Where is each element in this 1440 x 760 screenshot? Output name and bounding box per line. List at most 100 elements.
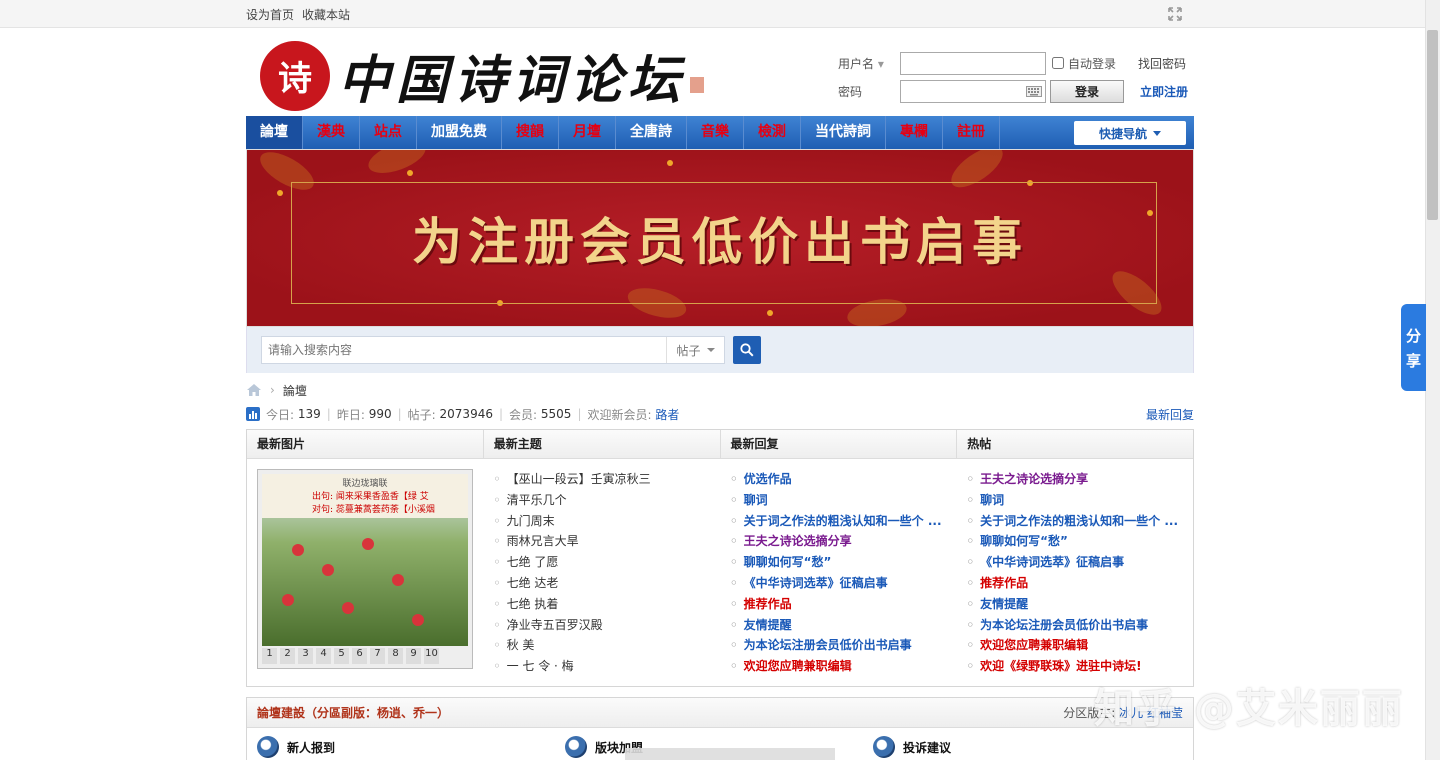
list-item[interactable]: 《中华诗词选萃》征稿启事 [967, 552, 1184, 573]
slide-page-number[interactable]: 6 [352, 648, 367, 664]
list-item[interactable]: 欢迎您应聘兼职编辑 [967, 635, 1184, 656]
find-password-link[interactable]: 找回密码 [1138, 55, 1186, 72]
list-item[interactable]: 净业寺五百罗汉殿 [494, 615, 711, 636]
keyboard-icon[interactable] [1026, 85, 1042, 97]
nav-item[interactable]: 月壇 [559, 116, 616, 149]
image-slideshow[interactable]: 联边珑璃联 出句: 闻来采果香盈香【绿 艾 对句: 蕊蔓兼蒿荟药荼【小溪烟 12… [257, 469, 473, 669]
slide-page-number[interactable]: 1 [262, 648, 277, 664]
slide-page-number[interactable]: 2 [280, 648, 295, 664]
list-item[interactable]: 推荐作品 [967, 573, 1184, 594]
slide-page-number[interactable]: 9 [406, 648, 421, 664]
list-item[interactable]: 聊词 [967, 490, 1184, 511]
list-item[interactable]: 聊词 [730, 490, 947, 511]
username-label[interactable]: 用户名 ▾ [838, 55, 900, 72]
slide-poem-title: 联边珑璃联 [342, 479, 388, 489]
search-bar: 帖子 [246, 327, 1194, 373]
login-button[interactable]: 登录 [1050, 79, 1124, 103]
nav-item[interactable]: 全唐詩 [616, 116, 687, 149]
list-item[interactable]: 友情提醒 [730, 615, 947, 636]
slide-page-number[interactable]: 3 [298, 648, 313, 664]
list-item[interactable]: 关于词之作法的粗浅认知和一些个 ... [730, 511, 947, 532]
share-button[interactable]: 分 享 [1401, 304, 1426, 391]
list-item[interactable]: 清平乐几个 [494, 490, 711, 511]
nav-item[interactable]: 論壇 [246, 116, 303, 149]
nav-item[interactable]: 加盟免费 [417, 116, 502, 149]
bookmark-link[interactable]: 收藏本站 [302, 6, 350, 23]
forum-icon [873, 736, 895, 758]
quick-nav-button[interactable]: 快捷导航 [1074, 121, 1186, 145]
list-item[interactable]: 王夫之诗论选摘分享 [967, 469, 1184, 490]
list-item[interactable]: 九门周末 [494, 511, 711, 532]
list-item[interactable]: 七绝 执着 [494, 594, 711, 615]
search-button[interactable] [733, 336, 761, 364]
home-icon[interactable] [246, 383, 262, 397]
members-label: 会员: [509, 407, 538, 422]
share-label-2: 享 [1405, 351, 1421, 370]
list-item[interactable]: 一 七 令 · 梅 [494, 656, 711, 677]
breadcrumb-current[interactable]: 論壇 [283, 382, 307, 399]
chevron-down-icon [1153, 130, 1161, 136]
list-item[interactable]: 《中华诗词选萃》征稿启事 [730, 573, 947, 594]
list-item[interactable]: 【巫山一段云】壬寅凉秋三 [494, 469, 711, 490]
register-link[interactable]: 立即注册 [1140, 83, 1188, 100]
username-input[interactable] [900, 51, 1046, 75]
scrollbar-thumb[interactable] [1427, 30, 1438, 220]
auto-login-option[interactable]: 自动登录 [1052, 55, 1116, 72]
list-item[interactable]: 推荐作品 [730, 594, 947, 615]
list-item[interactable]: 雨林兄言大旱 [494, 531, 711, 552]
watermark: 知乎 @艾米丽丽 [1094, 686, 1404, 732]
slide-page-number[interactable]: 4 [316, 648, 331, 664]
slide-poem-line2: 对句: 蕊蔓兼蒿荟药荼【小溪烟 [312, 505, 435, 515]
list-item[interactable]: 为本论坛注册会员低价出书启事 [730, 635, 947, 656]
nav-item[interactable]: 漢典 [303, 116, 360, 149]
nav-item[interactable]: 搜韻 [502, 116, 559, 149]
latest-topics-column: 【巫山一段云】壬寅凉秋三清平乐几个九门周末雨林兄言大旱七绝 了愿七绝 达老七绝 … [484, 459, 721, 687]
forum-item[interactable]: 新人报到 [257, 736, 565, 758]
chevron-down-icon [706, 348, 715, 352]
announcement-banner[interactable]: 为注册会员低价出书启事 [246, 149, 1194, 327]
site-logo[interactable]: 诗 中国诗词论坛 [260, 38, 705, 113]
search-type-select[interactable]: 帖子 [666, 337, 724, 363]
password-input[interactable] [900, 79, 1046, 103]
search-icon [740, 343, 754, 357]
list-item[interactable]: 为本论坛注册会员低价出书启事 [967, 615, 1184, 636]
list-item[interactable]: 聊聊如何写“愁” [730, 552, 947, 573]
list-item[interactable]: 关于词之作法的粗浅认知和一些个 ... [967, 511, 1184, 532]
newest-member-link[interactable]: 路者 [655, 406, 679, 423]
search-input[interactable] [262, 337, 666, 363]
slide-pagination: 1 2 3 4 5 6 7 8 9 10 [262, 648, 468, 664]
list-item[interactable]: 七绝 达老 [494, 573, 711, 594]
welcome-label: 欢迎新会员: [587, 407, 652, 422]
section-title[interactable]: 論壇建設（分區副版：杨逍、乔一） [257, 704, 449, 721]
slide-page-number[interactable]: 8 [388, 648, 403, 664]
list-item[interactable]: 友情提醒 [967, 594, 1184, 615]
search-type-value: 帖子 [676, 343, 701, 358]
list-item[interactable]: 欢迎您应聘兼职编辑 [730, 656, 947, 677]
scrollbar[interactable] [1425, 0, 1440, 760]
nav-item[interactable]: 当代詩詞 [801, 116, 886, 149]
nav-item[interactable]: 專欄 [886, 116, 943, 149]
forum-item[interactable]: 投诉建议 [873, 736, 1181, 758]
list-item[interactable]: 欢迎《绿野联珠》进驻中诗坛! [967, 656, 1184, 677]
nav-item[interactable]: 註冊 [943, 116, 1000, 149]
media-player-bar[interactable] [625, 748, 835, 760]
set-homepage-link[interactable]: 设为首页 [246, 6, 294, 23]
nav-item[interactable]: 站点 [360, 116, 417, 149]
list-item[interactable]: 优选作品 [730, 469, 947, 490]
list-item[interactable]: 七绝 了愿 [494, 552, 711, 573]
nav-item[interactable]: 音樂 [687, 116, 744, 149]
latest-reply-link[interactable]: 最新回复 [1146, 406, 1194, 423]
list-item[interactable]: 王夫之诗论选摘分享 [730, 531, 947, 552]
fullscreen-icon[interactable] [1168, 7, 1182, 21]
auto-login-checkbox[interactable] [1052, 57, 1064, 69]
top-bar: 设为首页 收藏本站 [0, 0, 1440, 28]
list-item[interactable]: 秋 美 [494, 635, 711, 656]
slide-page-number[interactable]: 7 [370, 648, 385, 664]
slide-page-number[interactable]: 10 [424, 648, 439, 664]
slide-image[interactable]: 联边珑璃联 出句: 闻来采果香盈香【绿 艾 对句: 蕊蔓兼蒿荟药荼【小溪烟 [262, 474, 468, 646]
breadcrumb: › 論壇 [246, 377, 1194, 403]
members-count: 5505 [540, 407, 572, 421]
list-item[interactable]: 聊聊如何写“愁” [967, 531, 1184, 552]
nav-item[interactable]: 檢測 [744, 116, 801, 149]
slide-page-number[interactable]: 5 [334, 648, 349, 664]
